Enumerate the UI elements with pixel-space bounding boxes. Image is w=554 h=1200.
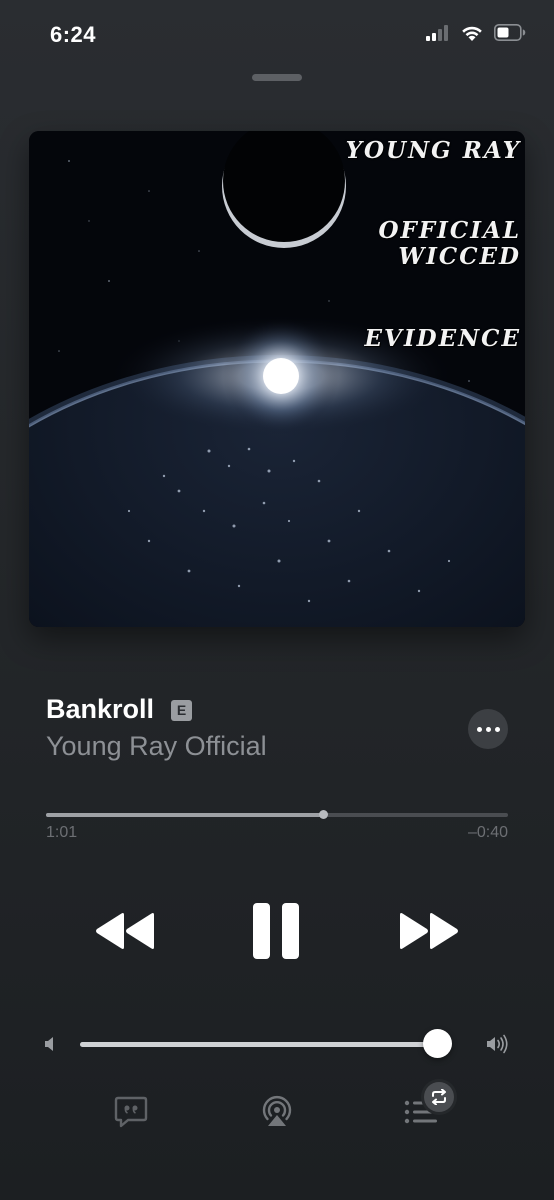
status-time: 6:24 [50, 22, 97, 47]
speaker-high-icon [486, 1034, 510, 1059]
rewind-button[interactable] [90, 906, 160, 956]
volume-slider[interactable] [80, 1042, 452, 1047]
battery-icon [494, 24, 526, 46]
ellipsis-icon-dot [485, 726, 491, 732]
album-artwork: YOUNG RAY OFFICIAL WICCED EVIDENCE [29, 131, 525, 627]
artwork-text-line-2: OFFICIAL [378, 217, 521, 244]
volume-fill [80, 1042, 438, 1047]
wifi-icon [460, 24, 484, 47]
volume-knob[interactable] [422, 1029, 452, 1058]
track-title[interactable]: Bankroll [46, 694, 154, 725]
time-remaining: –0:40 [467, 824, 508, 841]
repeat-badge [424, 1082, 454, 1112]
airplay-icon [262, 1096, 292, 1126]
cellular-signal-icon [426, 24, 450, 46]
pause-icon [253, 903, 299, 959]
airplay-button[interactable] [260, 1094, 294, 1133]
pause-button[interactable] [246, 898, 306, 964]
lyrics-quote-icon [114, 1096, 148, 1128]
time-elapsed: 1:01 [46, 824, 78, 841]
speaker-low-icon [44, 1036, 56, 1057]
explicit-badge: E [171, 700, 192, 721]
ellipsis-icon-dot [494, 726, 500, 732]
status-icons [426, 22, 526, 48]
fast-forward-icon [400, 913, 458, 949]
artwork-text-line-3: WICCED [398, 243, 521, 270]
ellipsis-icon [476, 726, 482, 732]
playback-scrubber-knob[interactable] [319, 810, 329, 819]
queue-button[interactable] [404, 1080, 458, 1128]
lyrics-button[interactable] [114, 1096, 148, 1133]
playback-scrubber[interactable] [46, 810, 508, 819]
fast-forward-button[interactable] [394, 906, 464, 956]
now-playing-screen: 6:24 YOUNG RAY OFFICIAL WICCED EVIDENCE … [0, 0, 554, 1200]
rewind-icon [96, 913, 154, 949]
sheet-grabber[interactable] [252, 74, 302, 81]
playback-progress-fill [46, 813, 324, 817]
repeat-icon [432, 1089, 446, 1105]
artwork-text-artist: YOUNG RAY [345, 137, 521, 164]
track-artist[interactable]: Young Ray Official [46, 731, 267, 762]
more-options-button[interactable] [468, 709, 508, 749]
artwork-text-line-4: EVIDENCE [364, 325, 521, 352]
